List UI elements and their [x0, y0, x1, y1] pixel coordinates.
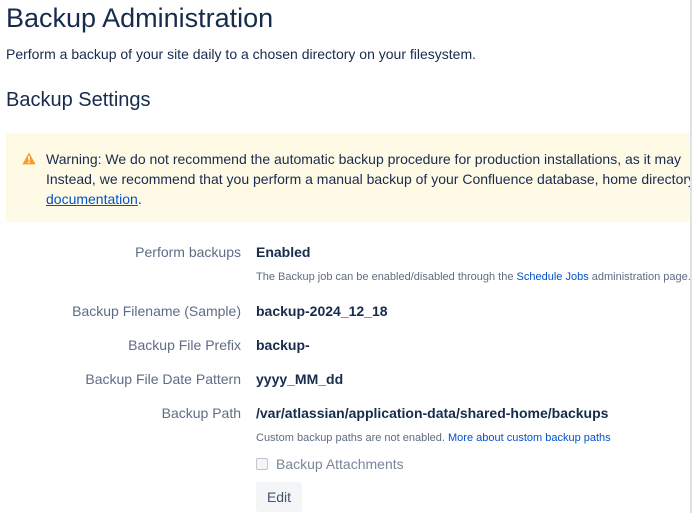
- warning-text: Warning: We do not recommend the automat…: [46, 149, 690, 209]
- backup-attachments-checkbox[interactable]: [256, 458, 268, 470]
- backup-date-pattern-value: yyyy_MM_dd: [256, 371, 344, 387]
- backup-path-value: /var/atlassian/application-data/shared-h…: [256, 405, 609, 421]
- warning-icon: [22, 152, 36, 165]
- backup-administration-page: Backup Administration Perform a backup o…: [0, 0, 692, 513]
- backup-attachments-label: Backup Attachments: [276, 456, 404, 472]
- backup-file-prefix-value: backup-: [256, 337, 310, 353]
- backup-attachments-row: Backup Attachments: [256, 455, 404, 473]
- perform-backups-help-prefix: The Backup job can be enabled/disabled t…: [256, 271, 517, 283]
- warning-line-2: Instead, we recommend that you perform a…: [46, 171, 690, 187]
- section-title: Backup Settings: [6, 89, 151, 111]
- custom-backup-paths-link[interactable]: More about custom backup paths: [448, 432, 611, 444]
- warning-message: Warning: We do not recommend the automat…: [6, 133, 690, 222]
- documentation-link[interactable]: documentation: [46, 191, 138, 207]
- backup-file-prefix-label: Backup File Prefix: [128, 337, 241, 353]
- backup-path-help-prefix: Custom backup paths are not enabled.: [256, 432, 449, 444]
- perform-backups-help: The Backup job can be enabled/disabled t…: [256, 270, 691, 284]
- backup-date-pattern-label: Backup File Date Pattern: [85, 371, 241, 387]
- schedule-jobs-link[interactable]: Schedule Jobs: [517, 271, 589, 283]
- backup-filename-label: Backup Filename (Sample): [72, 303, 241, 319]
- warning-line-3: documentation.: [46, 189, 690, 209]
- warning-period: .: [137, 191, 142, 207]
- edit-button[interactable]: Edit: [256, 482, 302, 512]
- page-subtitle: Perform a backup of your site daily to a…: [6, 46, 476, 62]
- page-title: Backup Administration: [6, 3, 274, 33]
- warning-line-1: Warning: We do not recommend the automat…: [46, 151, 681, 167]
- perform-backups-label: Perform backups: [135, 244, 241, 260]
- backup-path-label: Backup Path: [161, 405, 241, 421]
- perform-backups-help-suffix: administration page.: [588, 271, 691, 283]
- perform-backups-value: Enabled: [256, 244, 311, 260]
- backup-path-help: Custom backup paths are not enabled. Mor…: [256, 431, 611, 445]
- backup-filename-value: backup-2024_12_18: [256, 303, 388, 319]
